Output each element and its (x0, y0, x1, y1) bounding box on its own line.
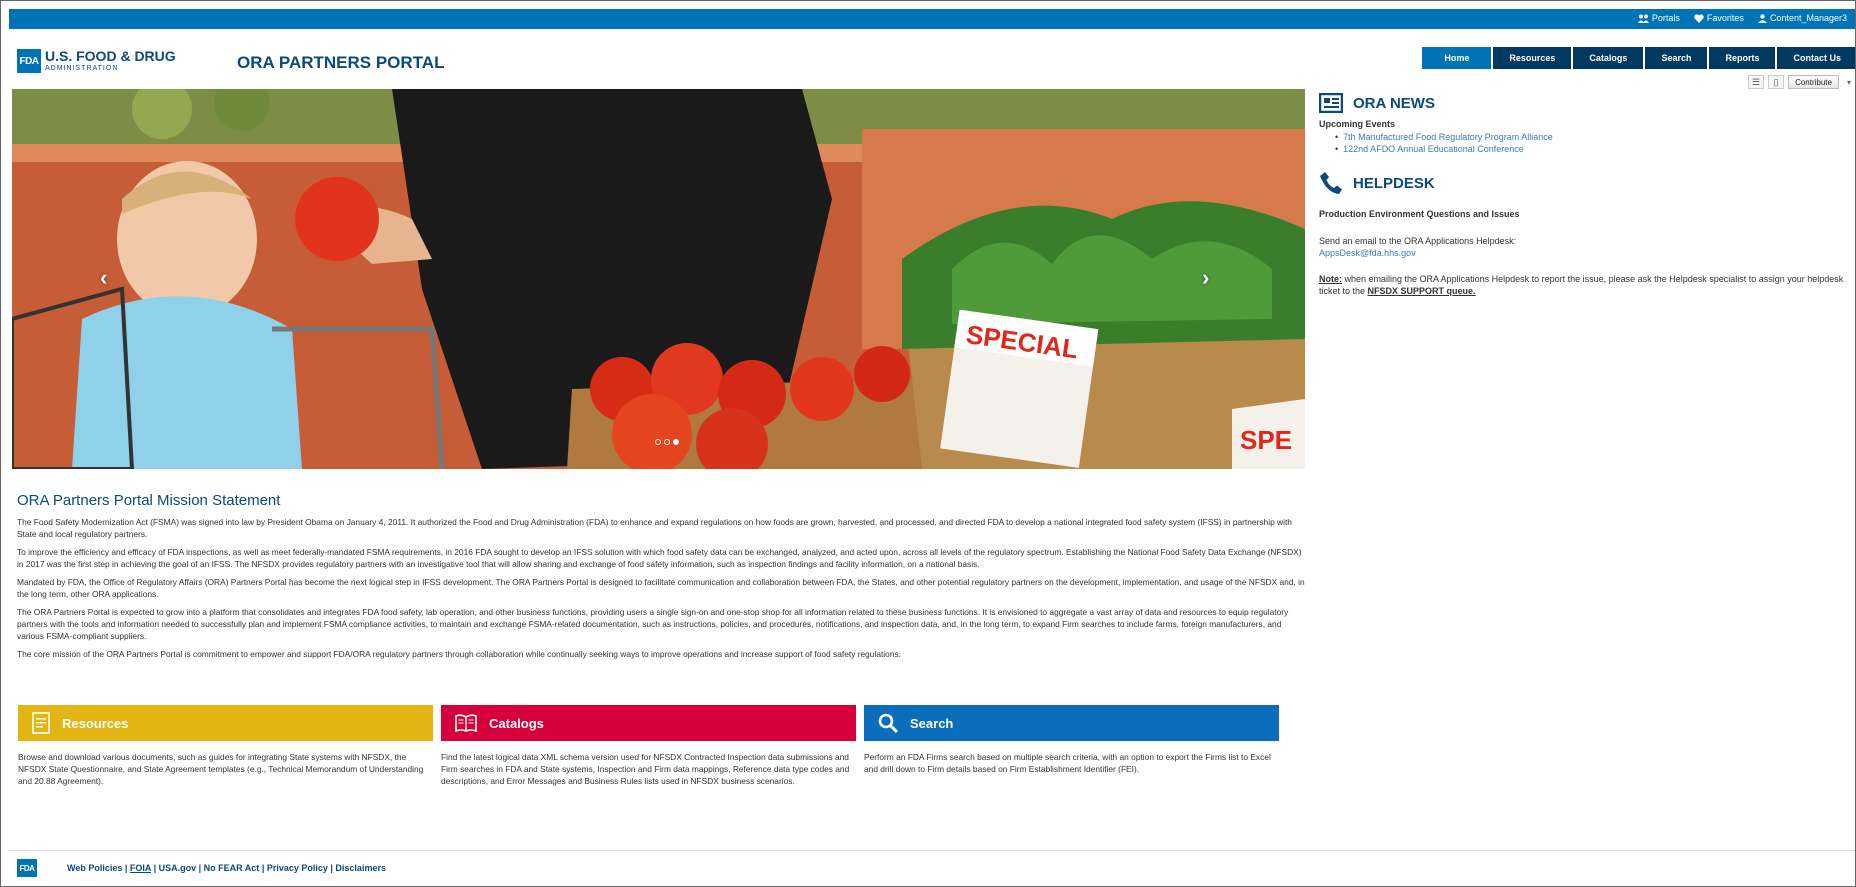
page-edit-icon[interactable]: ▯ (1768, 75, 1785, 89)
hero-carousel: SPECIAL SPE ‹ › (12, 89, 1305, 469)
sign-special-text-2: SPE (1240, 425, 1292, 455)
hero-image: SPECIAL SPE (12, 89, 1305, 469)
user-menu[interactable]: Content_Manager3 (1757, 13, 1847, 23)
right-sidebar: ORA NEWS Upcoming Events 7th Manufacture… (1319, 93, 1855, 297)
contribute-button[interactable]: Contribute (1788, 75, 1839, 89)
list-view-icon[interactable]: ☰ (1748, 75, 1765, 89)
helpdesk-note: Note: when emailing the ORA Applications… (1319, 273, 1855, 297)
nav-tab-contact-us[interactable]: Contact Us (1777, 47, 1855, 69)
helpdesk-email-link[interactable]: AppsDesk@fda.hhs.gov (1319, 248, 1416, 258)
search-card[interactable]: Search (864, 705, 1279, 741)
event-link[interactable]: 7th Manufactured Food Regulatory Program… (1335, 131, 1855, 143)
nav-tab-catalogs[interactable]: Catalogs (1573, 47, 1644, 69)
search-card-title: Search (910, 715, 954, 731)
note-label: Note: (1319, 274, 1342, 284)
portal-title[interactable]: ORA PARTNERS PORTAL (237, 53, 444, 73)
contribute-toolbar: ☰ ▯ Contribute ▾ (1748, 75, 1851, 89)
footer-link-no-fear-act[interactable]: No FEAR Act (204, 863, 260, 873)
footer-links: Web Policies | FOIA | USA.gov | No FEAR … (67, 863, 386, 873)
footer-fda-logo[interactable]: FDA (17, 859, 37, 877)
resources-card-description: Browse and download various documents, s… (18, 752, 424, 786)
footer-link-foia[interactable]: FOIA (130, 863, 151, 873)
utility-bar: Portals Favorites Content_Manager3 (9, 9, 1855, 29)
fda-logo-line1: U.S. FOOD & DRUG (45, 48, 176, 64)
mission-paragraph: Mandated by FDA, the Office of Regulator… (17, 577, 1305, 599)
fda-logo-mark: FDA (17, 49, 41, 73)
footer-separator: | (259, 863, 267, 873)
portals-label: Portals (1651, 13, 1680, 23)
carousel-prev-icon[interactable]: ‹ (100, 265, 107, 291)
carousel-dot[interactable] (664, 439, 670, 445)
carousel-dots (655, 439, 679, 445)
chevron-down-icon[interactable]: ▾ (1847, 78, 1851, 87)
catalogs-card-title: Catalogs (489, 715, 544, 731)
mission-paragraph: The ORA Partners Portal is expected to g… (17, 607, 1289, 641)
helpdesk-email-block: Send an email to the ORA Applications He… (1319, 235, 1855, 259)
mission-title: ORA Partners Portal Mission Statement (17, 492, 281, 509)
resources-card[interactable]: Resources (18, 705, 433, 741)
people-icon (1637, 14, 1649, 23)
main-nav: Home Resources Catalogs Search Reports C… (1422, 47, 1855, 69)
footer-link-web-policies[interactable]: Web Policies (67, 863, 122, 873)
carousel-dot-active[interactable] (673, 439, 679, 445)
page-frame: Portals Favorites Content_Manager3 FDA U… (0, 0, 1856, 887)
mission-statement: ORA Partners Portal Mission Statement Th… (17, 492, 1307, 666)
nav-tab-resources[interactable]: Resources (1493, 47, 1572, 69)
mission-paragraph: The Food Safety Modernization Act (FSMA)… (17, 517, 1292, 539)
search-icon (878, 713, 898, 733)
helpdesk-subtitle: Production Environment Questions and Iss… (1319, 209, 1520, 219)
fda-logo-line2: ADMINISTRATION (45, 65, 119, 72)
nav-tab-search[interactable]: Search (1645, 47, 1708, 69)
helpdesk-send-text: Send an email to the ORA Applications He… (1319, 236, 1517, 246)
footer-divider (9, 850, 1855, 851)
newspaper-icon (1319, 93, 1343, 113)
document-icon (32, 712, 50, 734)
site-header: FDA U.S. FOOD & DRUG ADMINISTRATION ORA … (9, 29, 1855, 89)
mission-paragraph: To improve the efficiency and efficacy o… (17, 547, 1302, 569)
helpdesk-header: HELPDESK (1319, 171, 1855, 195)
events-list: 7th Manufactured Food Regulatory Program… (1335, 131, 1855, 155)
user-name: Content_Manager3 (1769, 13, 1847, 23)
helpdesk-section: HELPDESK Production Environment Question… (1319, 171, 1855, 297)
search-card-description: Perform an FDA Firms search based on mul… (864, 752, 1271, 774)
favorites-label: Favorites (1706, 13, 1744, 23)
footer-link-usa-gov[interactable]: USA.gov (159, 863, 197, 873)
mission-paragraph: The core mission of the ORA Partners Por… (17, 649, 902, 659)
nav-tab-home[interactable]: Home (1422, 47, 1492, 69)
portals-link[interactable]: Portals (1637, 13, 1680, 23)
event-link[interactable]: 122nd AFDO Annual Educational Conference (1335, 143, 1855, 155)
resources-card-title: Resources (62, 715, 129, 731)
footer-separator: | (122, 863, 130, 873)
footer-separator: | (151, 863, 159, 873)
footer-link-privacy-policy[interactable]: Privacy Policy (267, 863, 328, 873)
carousel-next-icon[interactable]: › (1202, 265, 1209, 291)
nav-tab-reports[interactable]: Reports (1709, 47, 1776, 69)
catalogs-card[interactable]: Catalogs (441, 705, 856, 741)
carousel-dot[interactable] (655, 439, 661, 445)
heart-icon (1694, 13, 1704, 23)
book-icon (455, 714, 477, 732)
upcoming-events-label: Upcoming Events (1319, 119, 1396, 129)
phone-icon (1320, 172, 1342, 194)
fda-logo[interactable]: FDA U.S. FOOD & DRUG ADMINISTRATION (17, 49, 176, 73)
footer-separator: | (196, 863, 204, 873)
site-footer: FDA Web Policies | FOIA | USA.gov | No F… (17, 859, 386, 877)
ora-news-title: ORA NEWS (1353, 94, 1435, 112)
helpdesk-title: HELPDESK (1353, 174, 1435, 192)
catalogs-card-description: Find the latest logical data XML schema … (441, 752, 850, 786)
favorites-link[interactable]: Favorites (1694, 13, 1744, 23)
note-queue: NFSDX SUPPORT queue. (1367, 286, 1476, 296)
user-icon (1757, 13, 1767, 23)
ora-news-header: ORA NEWS (1319, 93, 1855, 113)
footer-link-disclaimers[interactable]: Disclaimers (335, 863, 386, 873)
